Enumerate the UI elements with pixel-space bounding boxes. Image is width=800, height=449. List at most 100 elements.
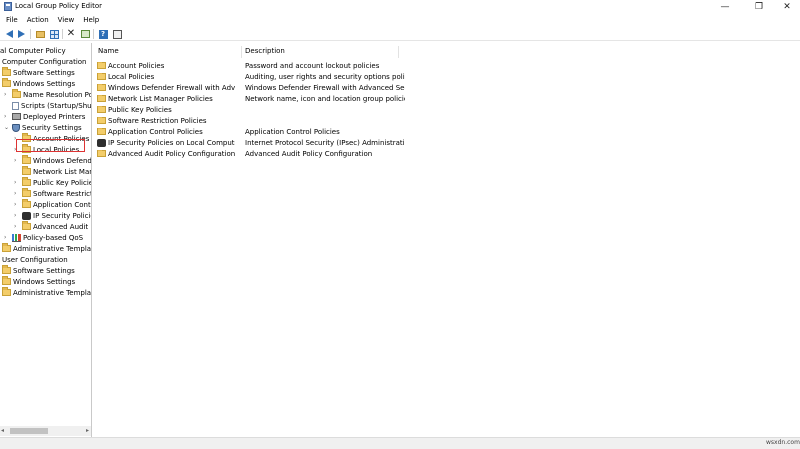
- qos-chart-icon: [12, 233, 21, 242]
- list-item[interactable]: Application Control Policies Application…: [97, 126, 340, 137]
- expand-chevron-icon[interactable]: ›: [4, 91, 9, 98]
- menu-bar: File Action View Help: [0, 14, 800, 26]
- tree-item-local-computer-policy[interactable]: al Computer Policy: [0, 45, 66, 56]
- tree-item-software-restriction[interactable]: › Software Restrictic: [14, 188, 91, 199]
- details-pane: Name Description Account Policies Passwo…: [93, 43, 800, 437]
- expand-chevron-icon[interactable]: ›: [14, 179, 19, 186]
- folder-icon: [97, 105, 106, 113]
- scrollbar-thumb[interactable]: [10, 428, 48, 434]
- item-name: Software Restriction Policies: [108, 116, 207, 125]
- tree-item-label: Computer Configuration: [2, 57, 87, 66]
- tree-item-label: Network List Mana: [33, 167, 92, 176]
- tree-item-label: Windows Defende: [33, 156, 92, 165]
- tree-item-advanced-audit[interactable]: › Advanced Audit P: [14, 221, 91, 232]
- title-bar: Local Group Policy Editor — ❐ ✕: [0, 0, 800, 14]
- tree-item-windows-defender-firewall[interactable]: › Windows Defende: [14, 155, 92, 166]
- folder-icon: [97, 127, 106, 135]
- item-description: Advanced Audit Policy Configuration: [245, 149, 373, 158]
- scroll-left-icon[interactable]: ◂: [1, 427, 4, 434]
- folder-icon: [97, 149, 106, 157]
- item-name: Advanced Audit Policy Configuration: [108, 149, 235, 158]
- folder-icon: [2, 265, 11, 274]
- tree-item-policy-based-qos[interactable]: › Policy-based QoS: [4, 232, 83, 243]
- expand-chevron-icon[interactable]: ›: [14, 201, 19, 208]
- status-bar: [0, 437, 800, 449]
- toolbar-separator: [62, 29, 63, 39]
- tree-item-security-settings[interactable]: ⌄ Security Settings: [4, 122, 82, 133]
- show-hide-tree-icon[interactable]: [49, 29, 59, 39]
- ip-security-icon: [97, 138, 106, 147]
- tree-item-windows-settings[interactable]: Windows Settings: [2, 78, 75, 89]
- menu-view[interactable]: View: [58, 16, 75, 24]
- collapse-chevron-icon[interactable]: ⌄: [4, 124, 9, 131]
- expand-chevron-icon[interactable]: ›: [14, 190, 19, 197]
- tree-item-label: Administrative Templates: [13, 244, 92, 253]
- list-item[interactable]: Public Key Policies: [97, 104, 235, 115]
- item-name: IP Security Policies on Local Computer: [108, 138, 235, 147]
- export-list-icon[interactable]: [80, 29, 90, 39]
- forward-arrow-icon[interactable]: [16, 29, 26, 39]
- list-item[interactable]: Network List Manager Policies Network na…: [97, 93, 405, 104]
- column-separator[interactable]: [398, 46, 399, 58]
- properties-icon[interactable]: [112, 29, 122, 39]
- tree-item-computer-configuration[interactable]: Computer Configuration: [2, 56, 87, 67]
- tree-item-software-settings[interactable]: Software Settings: [2, 67, 75, 78]
- menu-help[interactable]: Help: [83, 16, 99, 24]
- tree-item-scripts[interactable]: Scripts (Startup/Shutd: [12, 100, 91, 111]
- folder-icon: [2, 276, 11, 285]
- list-item[interactable]: Account Policies Password and account lo…: [97, 60, 379, 71]
- expand-chevron-icon[interactable]: ›: [4, 234, 9, 241]
- tree-item-label: Windows Settings: [13, 277, 76, 286]
- tree-item-public-key-policies[interactable]: › Public Key Policies: [14, 177, 91, 188]
- help-icon[interactable]: ?: [98, 29, 108, 39]
- list-item[interactable]: Software Restriction Policies: [97, 115, 235, 126]
- tree-item-network-list-manager[interactable]: Network List Mana: [14, 166, 92, 177]
- tree-item-deployed-printers[interactable]: › Deployed Printers: [4, 111, 85, 122]
- menu-file[interactable]: File: [6, 16, 18, 24]
- tree-item-user-configuration[interactable]: User Configuration: [2, 254, 68, 265]
- window-title: Local Group Policy Editor: [15, 2, 102, 10]
- tree-item-label: Software Settings: [13, 68, 75, 77]
- folder-icon: [97, 83, 106, 91]
- expand-chevron-icon[interactable]: ›: [14, 157, 19, 164]
- tree-item-ip-security-policies[interactable]: › IP Security Policies: [14, 210, 91, 221]
- tree-item-user-software-settings[interactable]: Software Settings: [2, 265, 75, 276]
- item-name: Public Key Policies: [108, 105, 172, 114]
- list-item[interactable]: IP Security Policies on Local Computer I…: [97, 137, 405, 148]
- folder-icon: [2, 78, 11, 87]
- tree-horizontal-scrollbar[interactable]: ◂ ▸: [0, 426, 91, 436]
- folder-icon: [22, 166, 31, 175]
- delete-icon[interactable]: ✕: [66, 29, 76, 39]
- tree-item-name-resolution-policy[interactable]: › Name Resolution Polic: [4, 89, 91, 100]
- list-item[interactable]: Windows Defender Firewall with Advanc...…: [97, 82, 405, 93]
- close-button[interactable]: ✕: [772, 0, 800, 14]
- tree-item-label: Application Contro: [33, 200, 92, 209]
- menu-action[interactable]: Action: [27, 16, 49, 24]
- tree-item-label: Policy-based QoS: [23, 233, 84, 242]
- tree-item-administrative-templates[interactable]: Administrative Templates: [2, 243, 92, 254]
- list-item[interactable]: Local Policies Auditing, user rights and…: [97, 71, 405, 82]
- folder-icon: [97, 72, 106, 80]
- column-separator[interactable]: [241, 46, 242, 58]
- scroll-right-icon[interactable]: ▸: [86, 427, 89, 434]
- folder-icon: [22, 188, 31, 197]
- list-item[interactable]: Advanced Audit Policy Configuration Adva…: [97, 148, 372, 159]
- tree-item-label: al Computer Policy: [0, 46, 66, 55]
- expand-chevron-icon[interactable]: ›: [4, 113, 9, 120]
- printer-icon: [12, 113, 21, 120]
- item-name: Windows Defender Firewall with Advanc...: [108, 83, 235, 92]
- column-header-name[interactable]: Name: [98, 47, 119, 55]
- item-description: Internet Protocol Security (IPsec) Admin…: [245, 138, 405, 147]
- tree-item-user-windows-settings[interactable]: Windows Settings: [2, 276, 75, 287]
- maximize-button[interactable]: ❐: [744, 0, 774, 14]
- tree-item-user-administrative-templates[interactable]: Administrative Templates: [2, 287, 91, 298]
- minimize-button[interactable]: —: [710, 0, 740, 14]
- column-header-description[interactable]: Description: [245, 47, 285, 55]
- folder-icon: [2, 243, 11, 252]
- up-folder-icon[interactable]: [35, 29, 45, 39]
- expand-chevron-icon[interactable]: ›: [14, 212, 19, 219]
- back-arrow-icon[interactable]: [4, 29, 14, 39]
- tree-item-application-control[interactable]: › Application Contro: [14, 199, 92, 210]
- expand-chevron-icon[interactable]: ›: [14, 223, 19, 230]
- folder-icon: [97, 61, 106, 69]
